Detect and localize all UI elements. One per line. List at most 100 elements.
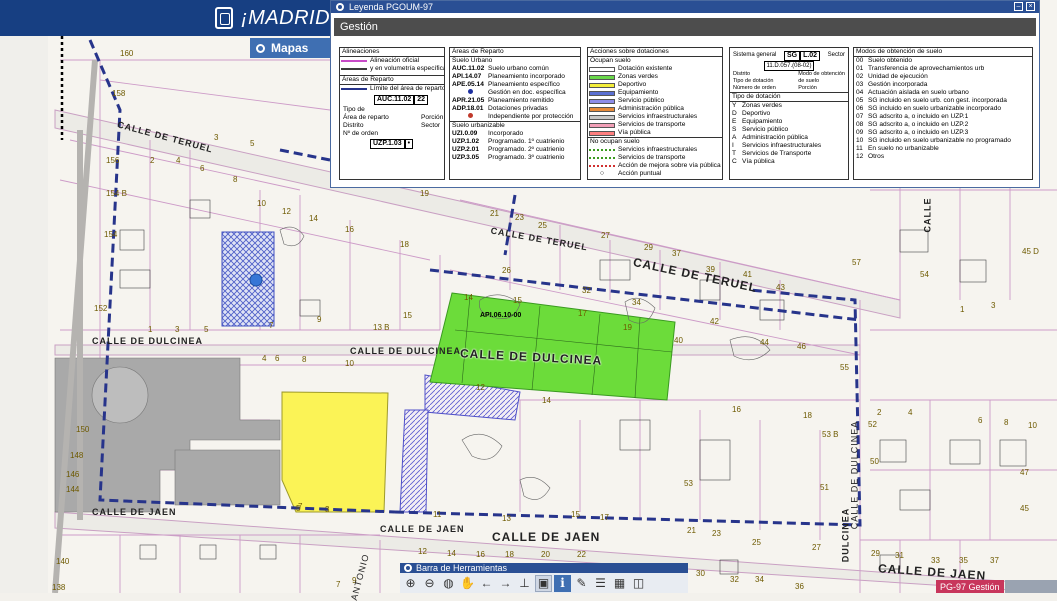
house-number: 12 xyxy=(476,383,485,392)
equipment-area-3 xyxy=(399,409,429,513)
legend-titlebar[interactable]: Leyenda PGOUM-97 – × xyxy=(331,1,1039,13)
house-number: 12 xyxy=(282,207,291,216)
sports-area xyxy=(281,391,389,513)
tipo-dotacion-title: Tipo de dotación xyxy=(730,92,848,102)
legend-row: Límite del área de reparto xyxy=(340,85,444,93)
house-number: 43 xyxy=(776,283,785,292)
acciones-title: Acciones sobre dotaciones xyxy=(588,48,722,57)
street-label-jaen-c: CALLE DE JAEN xyxy=(380,524,465,534)
house-number: 12 xyxy=(418,547,427,556)
select-box-icon[interactable]: ▣ xyxy=(535,574,552,592)
color-swatch xyxy=(589,98,615,104)
house-number: 21 xyxy=(687,526,696,535)
house-number: 3 xyxy=(325,505,330,514)
area-label: API.06.10-00 xyxy=(480,312,522,319)
house-number: 8 xyxy=(1004,418,1009,427)
tools-row: ⊕ ⊖ ◍ ✋ ← → ⊥ ▣ i ✎ ☰ ▦ ◫ xyxy=(400,573,688,593)
legend-row: 11 En suelo no urbanizable xyxy=(856,145,939,152)
house-number: 32 xyxy=(582,286,591,295)
house-number: 26 xyxy=(502,266,511,275)
house-number: 160 xyxy=(120,49,134,58)
arrow-right-icon[interactable]: → xyxy=(497,575,514,592)
maps-button[interactable]: Mapas xyxy=(250,38,334,58)
house-number: 22 xyxy=(577,550,586,559)
house-number: 18 xyxy=(505,550,514,559)
house-number: 3 xyxy=(991,301,996,310)
house-number: 8 xyxy=(302,355,307,364)
tools-bar-title[interactable]: Barra de Herramientas xyxy=(400,563,688,573)
house-number: 146 xyxy=(66,470,80,479)
house-number: 34 xyxy=(755,575,764,584)
house-number: 11 xyxy=(433,510,442,519)
close-button[interactable]: × xyxy=(1026,2,1035,11)
street-label-jaen-main: CALLE DE JAEN xyxy=(492,530,601,544)
house-number: 7 xyxy=(269,321,274,330)
zoom-out-icon[interactable]: ⊖ xyxy=(421,575,438,592)
color-swatch xyxy=(589,106,615,112)
house-number: 46 xyxy=(797,342,806,351)
brand-wordmark: ¡MADRID! xyxy=(241,6,337,29)
house-number: 6 xyxy=(978,416,983,425)
pg97-gestion-tab[interactable]: PG-97 Gestión xyxy=(936,580,1004,593)
house-number: 152 xyxy=(94,304,108,313)
legend-row: Dotación existente xyxy=(588,65,722,73)
house-number: 53 B xyxy=(822,430,838,439)
color-swatch xyxy=(589,130,615,136)
house-number: 18 xyxy=(400,240,409,249)
madrid-logo[interactable]: ¡MADRID! xyxy=(215,4,336,32)
color-swatch xyxy=(589,90,615,96)
legend-row: C Vía pública xyxy=(732,158,775,165)
house-number: 27 xyxy=(601,231,610,240)
list-icon[interactable]: ☰ xyxy=(592,575,609,592)
zoom-in-icon[interactable]: ⊕ xyxy=(402,575,419,592)
globe-icon[interactable]: ◍ xyxy=(440,575,457,592)
house-number: 15 xyxy=(513,296,522,305)
house-number: 10 xyxy=(345,359,354,368)
house-number: 148 xyxy=(70,451,84,460)
house-number: 25 xyxy=(538,221,547,230)
legend-row: 01 Transferencia de aprovechamientos urb xyxy=(856,65,985,72)
legend-window-title: Leyenda PGOUM-97 xyxy=(349,2,434,12)
house-number: 156 xyxy=(106,156,120,165)
legend-row: 07 SG adscrito a, o incluido en UZP.1 xyxy=(856,113,969,120)
legend-row: Deportivo xyxy=(588,81,722,89)
pan-hand-icon[interactable]: ✋ xyxy=(459,575,476,592)
color-swatch xyxy=(589,74,615,80)
legend-row: T Servicios de Transporte xyxy=(732,150,812,157)
legend-row: I Servicios infraestructurales xyxy=(732,142,822,149)
house-number: 40 xyxy=(674,336,683,345)
legend-alineaciones: Alineaciones Alineación oficial y en vol… xyxy=(339,47,445,180)
info-icon[interactable]: i xyxy=(554,574,571,592)
layers-icon[interactable]: ◫ xyxy=(630,575,647,592)
house-number: 47 xyxy=(1020,468,1029,477)
secondary-tab[interactable] xyxy=(1005,580,1057,593)
house-number: 10 xyxy=(257,199,266,208)
minimize-button[interactable]: – xyxy=(1014,2,1023,11)
pencil-icon[interactable]: ✎ xyxy=(573,575,590,592)
house-number: 19 xyxy=(623,323,632,332)
house-number: 31 xyxy=(895,551,904,560)
house-number: 53 xyxy=(684,479,693,488)
house-number: 14 xyxy=(542,396,551,405)
house-number: 37 xyxy=(672,249,681,258)
legend-row: D Deportivo xyxy=(732,110,771,117)
table-icon[interactable]: ▦ xyxy=(611,575,628,592)
legend-row: 12 Otros xyxy=(856,153,885,160)
legend-row: 10 SG incluido en suelo urbanizable no pr… xyxy=(856,137,1011,144)
house-number: 6 xyxy=(275,354,280,363)
areas-reparto-subtitle: Áreas de Reparto xyxy=(340,75,444,85)
location-marker[interactable] xyxy=(249,273,263,287)
house-number: 7 xyxy=(336,580,341,589)
arrow-left-icon[interactable]: ← xyxy=(478,575,495,592)
house-number: 138 xyxy=(52,583,66,592)
house-number: 3 xyxy=(175,325,180,334)
house-number: 44 xyxy=(760,338,769,347)
street-label-dulcinea-v2: CALLE DE DULCINEA xyxy=(849,420,860,530)
house-number: 5 xyxy=(204,325,209,334)
house-number: 15 xyxy=(571,510,580,519)
legend-row: 08 SG adscrito a, o incluido en UZP.2 xyxy=(856,121,969,128)
measure-icon[interactable]: ⊥ xyxy=(516,575,533,592)
house-number: 42 xyxy=(710,317,719,326)
street-label-dulcinea-c: CALLE DE DULCINEA xyxy=(350,346,461,356)
legend-row: 02 Unidad de ejecución xyxy=(856,73,928,80)
